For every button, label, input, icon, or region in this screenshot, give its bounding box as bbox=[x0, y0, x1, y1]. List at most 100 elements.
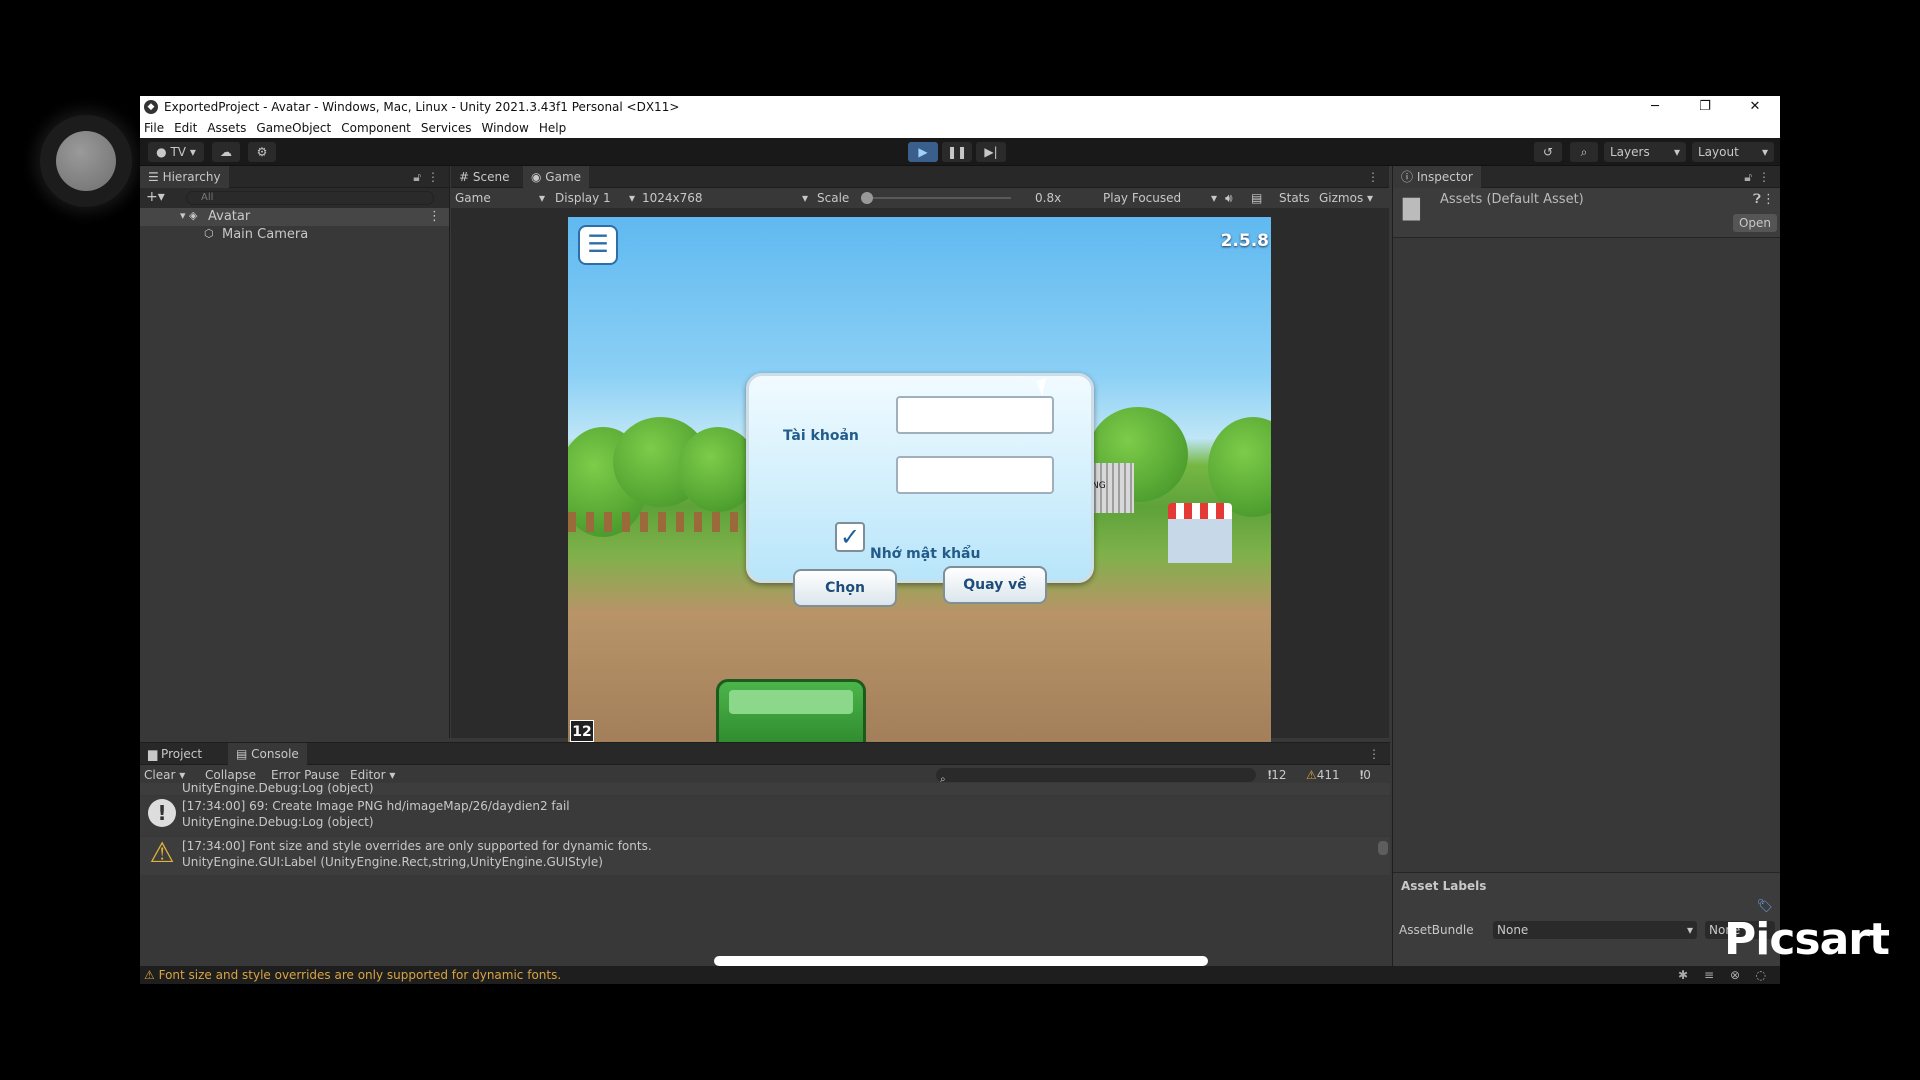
open-button[interactable]: Open bbox=[1733, 214, 1777, 232]
kebab-menu-icon[interactable]: ⋮ bbox=[1762, 192, 1775, 207]
restore-button[interactable]: ❐ bbox=[1680, 96, 1730, 118]
kebab-menu-icon[interactable]: ⋮ bbox=[1368, 747, 1380, 761]
password-input[interactable] bbox=[896, 456, 1054, 494]
warning-icon: ⚠ bbox=[1306, 768, 1317, 782]
tree bbox=[1208, 417, 1271, 517]
pause-button[interactable]: ❚❚ bbox=[942, 142, 972, 162]
status-message[interactable]: Font size and style overrides are only s… bbox=[159, 968, 562, 982]
choose-button[interactable]: Chọn bbox=[793, 569, 897, 607]
hierarchy-search-bar: +▾ All bbox=[140, 188, 449, 208]
play-button[interactable]: ▶ bbox=[908, 142, 938, 162]
game-render-view[interactable]: NG ☰ 2.5.8 12 Tài khoản ✓ Nhớ mật khẩu C… bbox=[568, 217, 1271, 744]
unity-editor-window: ◆ ExportedProject - Avatar - Windows, Ma… bbox=[140, 96, 1780, 984]
tab-scene[interactable]: # Scene bbox=[451, 166, 517, 188]
title-bar: ◆ ExportedProject - Avatar - Windows, Ma… bbox=[140, 96, 1780, 118]
stats-button[interactable]: Stats bbox=[1279, 188, 1310, 208]
menu-file[interactable]: File bbox=[144, 121, 164, 135]
scale-slider[interactable] bbox=[861, 192, 1011, 204]
hierarchy-tabbar: ☰ Hierarchy 🔓︎ ⋮ bbox=[140, 166, 449, 188]
chevron-down-icon: ▾ bbox=[1761, 145, 1768, 159]
menu-window[interactable]: Window bbox=[482, 121, 529, 135]
hierarchy-row-main-camera[interactable]: ⬡ Main Camera bbox=[140, 226, 449, 244]
add-icon[interactable]: +▾ bbox=[146, 189, 165, 205]
error-pause-button[interactable]: Error Pause bbox=[271, 765, 339, 785]
mute-audio-icon[interactable]: 🔊︎ bbox=[1225, 188, 1233, 208]
lock-icon[interactable]: 🔓︎ bbox=[1744, 170, 1752, 185]
help-icon[interactable]: ❓︎ bbox=[1753, 192, 1761, 207]
console-scrollbar[interactable] bbox=[1378, 787, 1388, 877]
game-view-dropdown[interactable]: Game ▾ bbox=[455, 188, 547, 208]
tag-icon[interactable]: 🏷︎ bbox=[1756, 899, 1773, 914]
editor-dropdown[interactable]: Editor ▾ bbox=[350, 765, 395, 785]
account-dropdown[interactable]: ● TV ▾ bbox=[148, 142, 204, 162]
account-label: Tài khoản bbox=[783, 428, 859, 444]
tab-console[interactable]: ▤ Console bbox=[228, 743, 307, 765]
kebab-menu-icon[interactable]: ⋮ bbox=[428, 209, 441, 224]
menu-services[interactable]: Services bbox=[421, 121, 472, 135]
console-toolbar: Clear ▾ Collapse Error Pause Editor ▾ ⌕ … bbox=[140, 765, 1390, 785]
scale-slider-handle[interactable] bbox=[861, 192, 873, 204]
scale-label: Scale bbox=[817, 191, 850, 205]
resolution-dropdown[interactable]: 1024x768 ▾ bbox=[642, 188, 808, 208]
console-row[interactable]: ⚠ [17:34:00] Font size and style overrid… bbox=[140, 837, 1390, 875]
menu-assets[interactable]: Assets bbox=[207, 121, 246, 135]
display-dropdown[interactable]: Display 1 ▾ bbox=[555, 188, 635, 208]
play-mode-dropdown[interactable]: Play Focused ▾ bbox=[1103, 188, 1217, 208]
inspector-panel: ⓘ Inspector 🔓︎ ⋮ ▇ Assets (Default Asset… bbox=[1392, 166, 1780, 966]
asset-bundle-dropdown[interactable]: None ▾ bbox=[1493, 921, 1697, 939]
menu-help[interactable]: Help bbox=[539, 121, 566, 135]
lock-icon[interactable]: 🔓︎ bbox=[413, 170, 421, 185]
remember-checkbox[interactable]: ✓ bbox=[835, 522, 865, 552]
network-icon[interactable]: ⊗ bbox=[1730, 966, 1740, 984]
layout-dropdown[interactable]: Layout ▾ bbox=[1692, 142, 1774, 162]
kebab-menu-icon[interactable]: ⋮ bbox=[1758, 170, 1770, 184]
bug-icon[interactable]: ✱ bbox=[1678, 966, 1688, 984]
layers-dropdown[interactable]: Layers ▾ bbox=[1604, 142, 1686, 162]
close-button[interactable]: ✕ bbox=[1730, 96, 1780, 118]
kebab-menu-icon[interactable]: ⋮ bbox=[427, 170, 439, 184]
error-count-toggle[interactable]: ❗︎0 bbox=[1360, 765, 1371, 785]
screen-record-button[interactable] bbox=[40, 115, 132, 207]
menu-edit[interactable]: Edit bbox=[174, 121, 197, 135]
menu-icon[interactable]: ☰ bbox=[578, 225, 618, 265]
tab-hierarchy[interactable]: ☰ Hierarchy bbox=[140, 166, 229, 188]
back-button[interactable]: Quay về bbox=[943, 566, 1047, 604]
warning-count-toggle[interactable]: ⚠411 bbox=[1306, 765, 1340, 785]
gameobject-name: Main Camera bbox=[222, 227, 309, 242]
console-row[interactable]: UnityEngine.Debug:Log (object) bbox=[140, 783, 1390, 795]
console-row[interactable]: ! [17:34:00] 69: Create Image PNG hd/ima… bbox=[140, 797, 1390, 835]
status-bar: ⚠ Font size and style overrides are only… bbox=[140, 966, 1780, 984]
collab-icon[interactable]: ⚙ bbox=[248, 142, 276, 162]
collapse-button[interactable]: Collapse bbox=[205, 765, 256, 785]
step-button[interactable]: ▶| bbox=[976, 142, 1006, 162]
game-toolbar: Game ▾ Display 1 ▾ 1024x768 ▾ Scale 0.8x Pl… bbox=[451, 188, 1389, 208]
hierarchy-row-avatar[interactable]: ▾ ◈ Avatar ⋮ bbox=[140, 208, 449, 226]
menu-bar: File Edit Assets GameObject Component Se… bbox=[140, 118, 1780, 138]
home-indicator-bar[interactable] bbox=[714, 956, 1208, 966]
clear-button[interactable]: Clear ▾ bbox=[144, 765, 185, 785]
search-icon[interactable]: ⌕ bbox=[1570, 142, 1598, 162]
hierarchy-search-input[interactable]: All bbox=[186, 191, 434, 205]
history-icon[interactable]: ↺ bbox=[1534, 142, 1562, 162]
menu-gameobject[interactable]: GameObject bbox=[256, 121, 331, 135]
account-input[interactable] bbox=[896, 396, 1054, 434]
gizmos-dropdown[interactable]: Gizmos ▾ bbox=[1319, 188, 1373, 208]
hierarchy-panel: ☰ Hierarchy 🔓︎ ⋮ +▾ All ▾ ◈ Avatar ⋮ ⬡ M… bbox=[140, 166, 450, 738]
bottom-tabbar: ▆ Project ▤ Console ⋮ bbox=[140, 743, 1390, 765]
stack-icon[interactable]: ≡ bbox=[1704, 966, 1714, 984]
remember-label: Nhớ mật khẩu bbox=[870, 546, 981, 562]
tab-project[interactable]: ▆ Project bbox=[140, 743, 210, 765]
kebab-menu-icon[interactable]: ⋮ bbox=[1367, 170, 1379, 184]
aspect-icon[interactable]: ▤ bbox=[1251, 188, 1262, 208]
log-count-toggle[interactable]: ❗︎12 bbox=[1268, 765, 1287, 785]
tab-inspector[interactable]: ⓘ Inspector bbox=[1393, 166, 1481, 188]
cloud-icon[interactable]: ☁ bbox=[212, 142, 240, 162]
warning-icon: ⚠ bbox=[144, 968, 155, 982]
console-search-input[interactable]: ⌕ bbox=[936, 768, 1256, 785]
asset-labels-title: Asset Labels bbox=[1401, 879, 1487, 893]
fence bbox=[568, 512, 748, 532]
tab-game[interactable]: ◉ Game bbox=[523, 166, 590, 188]
menu-component[interactable]: Component bbox=[341, 121, 411, 135]
progress-icon[interactable]: ◌ bbox=[1756, 966, 1766, 984]
minimize-button[interactable]: ─ bbox=[1630, 96, 1680, 118]
